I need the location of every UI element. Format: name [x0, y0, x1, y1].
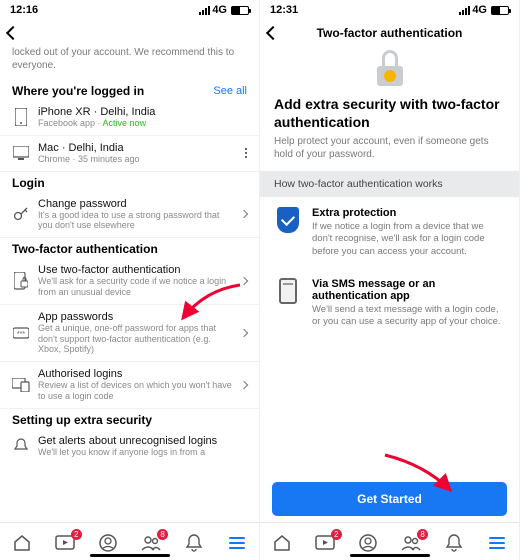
feature-title: Via SMS message or an authentication app [312, 278, 505, 302]
hamburger-icon [489, 537, 505, 549]
desktop-icon [12, 146, 30, 160]
home-indicator [350, 554, 430, 557]
battery-icon [491, 6, 509, 15]
device-subtitle: Chrome · 35 minutes ago [38, 154, 237, 165]
feature-description: If we notice a login from a device that … [312, 221, 505, 258]
row-subtitle: Review a list of devices on which you wo… [38, 380, 233, 402]
badge: 2 [71, 529, 82, 540]
tab-profile[interactable] [97, 532, 119, 554]
app-passwords-row[interactable]: *** App passwords Get a unique, one-off … [0, 305, 259, 362]
device-title: iPhone XR · Delhi, India [38, 106, 247, 118]
row-subtitle: Get a unique, one-off password for apps … [38, 323, 233, 355]
feature-description: We'll send a text message with a login c… [312, 304, 505, 329]
device-title: Mac · Delhi, India [38, 142, 237, 154]
bell-icon [12, 438, 30, 454]
more-icon[interactable] [245, 148, 247, 158]
tab-notifications[interactable] [183, 532, 205, 554]
login-header: Login [12, 176, 45, 190]
shield-icon [277, 207, 299, 233]
row-title: Use two-factor authentication [38, 264, 233, 276]
status-bar: 12:31 4G [260, 0, 519, 20]
screen-two-factor-intro: 12:31 4G Two-factor authentication Add e… [260, 0, 520, 560]
get-alerts-row[interactable]: Get alerts about unrecognised logins We'… [0, 429, 259, 464]
get-started-button[interactable]: Get Started [272, 482, 507, 516]
tab-notifications[interactable] [443, 532, 465, 554]
intro-heading: Add extra security with two-factor authe… [260, 96, 519, 135]
header: Two-factor authentication [260, 20, 519, 46]
key-icon [12, 206, 30, 222]
hamburger-icon [229, 537, 245, 549]
header [0, 20, 259, 46]
page-title: Two-factor authentication [260, 26, 519, 40]
settings-content: locked out of your account. We recommend… [0, 46, 259, 522]
device-row-iphone[interactable]: iPhone XR · Delhi, India Facebook app · … [0, 100, 259, 136]
devices-icon [12, 378, 30, 392]
extra-security-header: Setting up extra security [12, 413, 152, 427]
phone-icon [12, 108, 30, 126]
tab-groups[interactable]: 8 [140, 532, 162, 554]
tab-watch[interactable]: 2 [314, 532, 336, 554]
two-factor-header: Two-factor authentication [12, 242, 158, 256]
lock-key-icon [373, 52, 407, 86]
back-icon[interactable] [6, 26, 20, 40]
truncated-description: locked out of your account. We recommend… [0, 46, 259, 80]
badge: 8 [157, 529, 168, 540]
where-logged-in-header: Where you're logged in [12, 84, 144, 98]
row-title: Get alerts about unrecognised logins [38, 435, 247, 447]
svg-text:***: *** [17, 331, 25, 338]
badge: 2 [331, 529, 342, 540]
chevron-right-icon [240, 329, 248, 337]
how-it-works-band: How two-factor authentication works [260, 171, 519, 197]
tab-home[interactable] [271, 532, 293, 554]
tab-menu[interactable] [226, 532, 248, 554]
row-subtitle: We'll ask for a security code if we noti… [38, 276, 233, 298]
network-label: 4G [472, 4, 487, 16]
tab-groups[interactable]: 8 [400, 532, 422, 554]
row-subtitle: It's a good idea to use a strong passwor… [38, 210, 233, 232]
tab-profile[interactable] [357, 532, 379, 554]
tab-home[interactable] [11, 532, 33, 554]
phone-sms-icon [279, 278, 297, 304]
home-indicator [90, 554, 170, 557]
use-two-factor-row[interactable]: Use two-factor authentication We'll ask … [0, 258, 259, 305]
feature-title: Extra protection [312, 207, 505, 219]
chevron-right-icon [240, 210, 248, 218]
authorised-logins-row[interactable]: Authorised logins Review a list of devic… [0, 362, 259, 409]
change-password-row[interactable]: Change password It's a good idea to use … [0, 192, 259, 239]
device-row-mac[interactable]: Mac · Delhi, India Chrome · 35 minutes a… [0, 136, 259, 172]
row-title: Authorised logins [38, 368, 233, 380]
chevron-right-icon [240, 277, 248, 285]
status-time: 12:31 [270, 4, 298, 16]
see-all-link[interactable]: See all [213, 85, 247, 97]
status-bar: 12:16 4G [0, 0, 259, 20]
badge: 8 [417, 529, 428, 540]
feature-sms-auth: Via SMS message or an authentication app… [260, 268, 519, 339]
status-time: 12:16 [10, 4, 38, 16]
chevron-right-icon [240, 381, 248, 389]
row-subtitle: We'll let you know if anyone logs in fro… [38, 447, 247, 458]
network-label: 4G [212, 4, 227, 16]
screen-security-settings: 12:16 4G locked out of your account. We … [0, 0, 260, 560]
tab-menu[interactable] [486, 532, 508, 554]
row-title: App passwords [38, 311, 233, 323]
intro-subheading: Help protect your account, even if someo… [260, 135, 519, 171]
feature-extra-protection: Extra protection If we notice a login fr… [260, 197, 519, 268]
password-icon: *** [12, 326, 30, 340]
signal-icon [459, 6, 470, 15]
active-now-label: Active now [103, 118, 147, 128]
phone-lock-icon [12, 272, 30, 290]
signal-icon [199, 6, 210, 15]
row-title: Change password [38, 198, 233, 210]
battery-icon [231, 6, 249, 15]
intro-content: Add extra security with two-factor authe… [260, 46, 519, 474]
tab-watch[interactable]: 2 [54, 532, 76, 554]
